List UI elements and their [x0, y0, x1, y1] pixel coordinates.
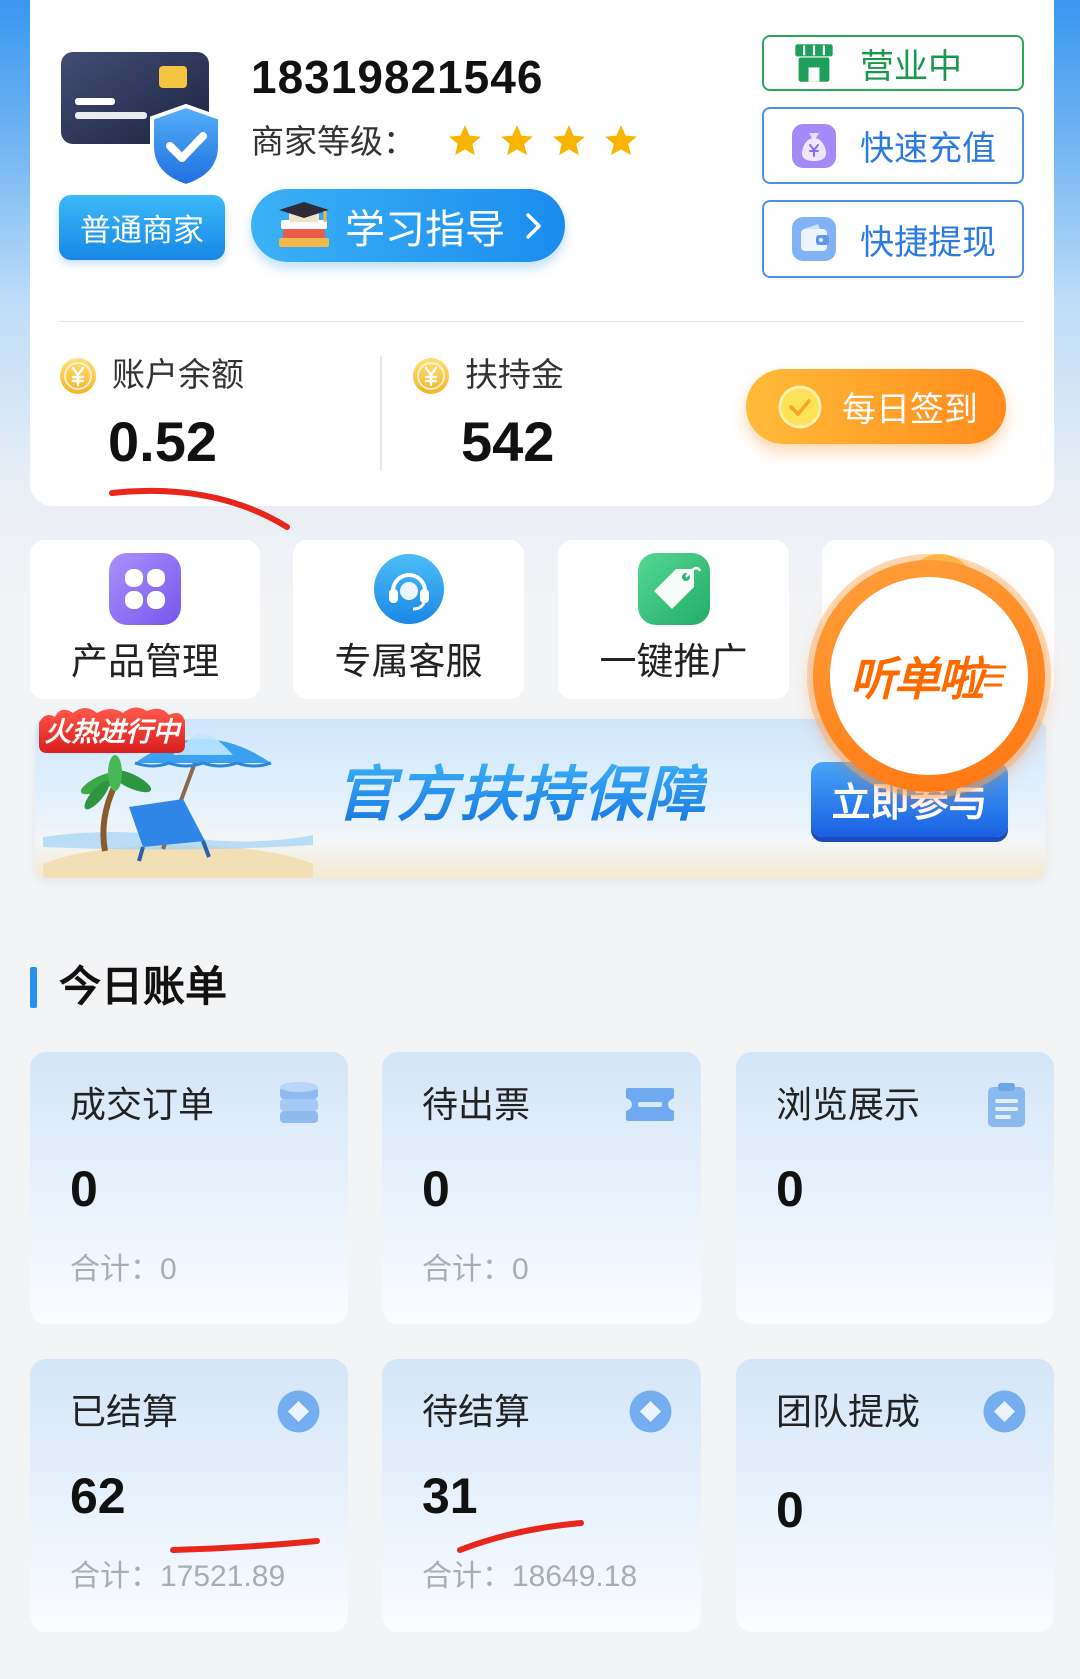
study-books-icon	[279, 201, 329, 247]
stat-card-settled[interactable]: 已结算 62 合计：17521.89	[30, 1359, 348, 1632]
quick-recharge-button[interactable]: 快速充值	[762, 107, 1024, 184]
speed-lines-icon	[982, 665, 1006, 687]
listen-orders-floating-button[interactable]: 听单啦	[813, 560, 1045, 792]
stat-total: 合计：18649.18	[422, 1559, 637, 1595]
hot-badge: 火热进行中	[35, 703, 189, 755]
daily-checkin-label: 每日签到	[842, 391, 978, 429]
stat-value: 0	[422, 1161, 450, 1217]
today-bills-title: 今日账单	[59, 963, 228, 1010]
banner-title: 官方扶持保障	[335, 759, 707, 831]
stat-total: 合计：0	[422, 1252, 529, 1288]
check-circle-icon	[778, 385, 822, 428]
shortcut-product-management[interactable]: 产品管理	[30, 540, 260, 699]
stat-total-label: 合计：	[422, 1560, 512, 1593]
star-icon	[446, 122, 484, 160]
merchant-card-shield-icon	[59, 48, 225, 189]
stat-total-label: 合计：	[70, 1253, 160, 1286]
listen-orders-inner: 听单啦	[830, 577, 1028, 775]
stat-total-value: 0	[160, 1253, 177, 1286]
stat-title: 成交订单	[70, 1084, 215, 1125]
stat-total: 合计：0	[70, 1252, 177, 1288]
shortcut-label: 产品管理	[71, 641, 219, 682]
stat-card-team-commission[interactable]: 团队提成 0	[736, 1359, 1054, 1632]
stat-value: 31	[422, 1468, 478, 1524]
quick-recharge-label: 快速充值	[860, 130, 996, 168]
diamond-circle-icon	[983, 1390, 1026, 1433]
product-grid-icon	[109, 553, 181, 625]
stat-card-pending-tickets[interactable]: 待出票 0 合计：0	[382, 1052, 701, 1324]
study-guide-button[interactable]: 学习指导	[251, 189, 565, 262]
diamond-circle-icon	[277, 1390, 320, 1433]
stat-value: 0	[70, 1161, 98, 1217]
stat-card-completed-orders[interactable]: 成交订单 0 合计：0	[30, 1052, 348, 1324]
stat-total-value: 18649.18	[512, 1560, 638, 1593]
stat-total-label: 合计：	[70, 1560, 160, 1593]
stat-title: 浏览展示	[776, 1084, 921, 1125]
merchant-type-badge: 普通商家	[59, 195, 225, 260]
database-stack-icon	[280, 1082, 318, 1123]
business-status-label: 营业中	[860, 47, 962, 86]
business-status-button[interactable]: 营业中	[762, 35, 1024, 91]
hot-badge-label: 火热进行中	[44, 717, 180, 747]
account-balance-label: 账户余额	[112, 356, 244, 393]
diamond-circle-icon	[629, 1390, 672, 1433]
quick-withdraw-button[interactable]: 快捷提现	[762, 200, 1024, 278]
money-bag-icon	[792, 123, 836, 168]
study-guide-label: 学习指导	[345, 207, 505, 252]
headset-icon	[374, 554, 444, 624]
promotion-tag-icon	[638, 553, 710, 625]
star-icon	[602, 122, 640, 160]
shortcut-label: 一键推广	[599, 641, 748, 682]
coin-icon	[413, 358, 449, 394]
listen-orders-label: 听单啦	[850, 653, 984, 705]
clipboard-icon	[988, 1083, 1025, 1127]
stat-total: 合计：17521.89	[70, 1559, 285, 1595]
store-icon	[795, 44, 833, 82]
stat-total-value: 0	[512, 1253, 529, 1286]
stat-title: 已结算	[70, 1391, 179, 1432]
stat-card-page-views[interactable]: 浏览展示 0	[736, 1052, 1054, 1324]
daily-checkin-button[interactable]: 每日签到	[746, 369, 1006, 444]
stat-value: 0	[776, 1161, 804, 1217]
stat-title: 团队提成	[776, 1391, 921, 1432]
merchant-level-label: 商家等级：	[251, 123, 416, 160]
wallet-icon	[792, 217, 836, 261]
chevron-right-icon	[526, 212, 541, 239]
star-icon	[498, 122, 536, 160]
shortcut-customer-service[interactable]: 专属客服	[293, 540, 524, 699]
quick-withdraw-label: 快捷提现	[860, 223, 996, 262]
ticket-icon	[626, 1088, 674, 1121]
shortcut-one-click-promotion[interactable]: 一键推广	[558, 540, 789, 699]
stat-title: 待出票	[422, 1084, 531, 1125]
section-accent-bar	[30, 967, 37, 1008]
stat-title: 待结算	[422, 1391, 531, 1432]
stat-total-label: 合计：	[422, 1253, 512, 1286]
account-balance-value: 0.52	[108, 410, 217, 473]
star-icon	[550, 122, 588, 160]
coin-icon	[60, 358, 96, 394]
merchant-phone: 18319821546	[251, 51, 544, 103]
stat-value: 62	[70, 1468, 126, 1524]
stat-value: 0	[776, 1482, 804, 1538]
header-divider	[59, 321, 1024, 322]
balance-divider	[380, 356, 382, 471]
merchant-level-stars	[446, 122, 640, 160]
shortcut-label: 专属客服	[334, 641, 483, 682]
support-fund-label: 扶持金	[465, 356, 564, 393]
stat-total-value: 17521.89	[160, 1560, 286, 1593]
stat-card-pending-settlement[interactable]: 待结算 31 合计：18649.18	[382, 1359, 701, 1632]
support-fund-value: 542	[461, 410, 555, 473]
